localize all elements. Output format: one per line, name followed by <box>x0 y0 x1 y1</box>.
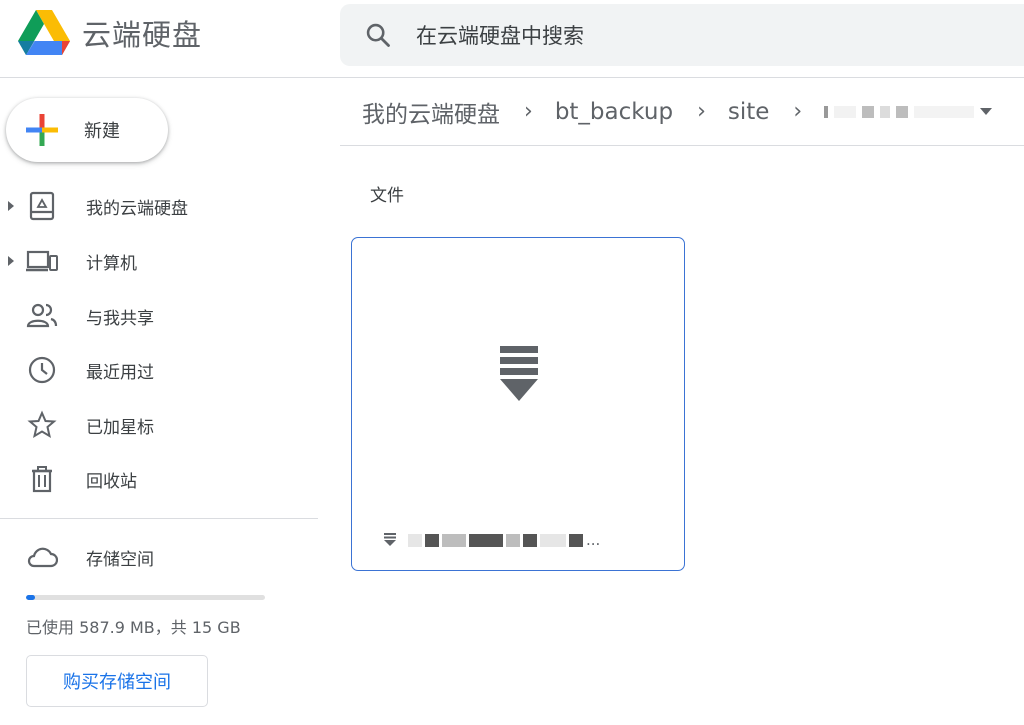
redacted-block <box>442 533 466 547</box>
search-input[interactable]: 在云端硬盘中搜索 <box>340 4 1024 66</box>
storage-progress-bar <box>26 595 265 600</box>
app-logo[interactable]: 云端硬盘 <box>18 10 202 56</box>
sidebar: 新建 我的云端硬盘 计算机 与我共享 最近用过 已加星标 回收站 存储空间 已使… <box>0 78 318 725</box>
redacted-block <box>834 105 857 118</box>
plus-icon <box>26 114 58 146</box>
redacted-block <box>896 105 909 118</box>
sidebar-item-computers[interactable]: 计算机 <box>0 239 318 283</box>
search-icon[interactable] <box>364 21 392 49</box>
expand-caret-icon[interactable] <box>6 200 16 212</box>
redacted-block <box>425 533 439 547</box>
sidebar-item-label: 已加星标 <box>86 417 154 438</box>
chevron-right-icon: › <box>697 99 706 124</box>
sidebar-item-label: 与我共享 <box>86 308 154 329</box>
sidebar-item-shared[interactable]: 与我共享 <box>0 294 318 338</box>
top-header: 云端硬盘 在云端硬盘中搜索 <box>0 0 1024 78</box>
redacted-block <box>824 105 829 118</box>
sidebar-item-label: 最近用过 <box>86 362 154 383</box>
chevron-down-icon[interactable] <box>980 107 993 116</box>
storage-usage-text: 已使用 587.9 MB，共 15 GB <box>26 618 241 637</box>
clock-icon <box>28 356 56 384</box>
new-button[interactable]: 新建 <box>6 98 168 162</box>
my-drive-icon <box>29 191 55 221</box>
breadcrumb-item-current-redacted[interactable] <box>824 105 975 118</box>
sidebar-item-label: 回收站 <box>86 471 137 492</box>
computers-icon <box>26 250 58 272</box>
chevron-right-icon: › <box>793 99 803 124</box>
sidebar-item-label: 我的云端硬盘 <box>86 198 188 219</box>
sidebar-divider <box>0 518 318 519</box>
file-name-redacted: ... <box>408 531 600 549</box>
redacted-block <box>408 533 422 547</box>
cloud-icon <box>27 547 58 568</box>
star-icon <box>27 410 57 439</box>
new-button-label: 新建 <box>84 121 120 142</box>
search-placeholder: 在云端硬盘中搜索 <box>416 24 584 48</box>
breadcrumb: 我的云端硬盘 › bt_backup › site › <box>340 78 1024 146</box>
file-card-footer: ... <box>352 520 684 560</box>
file-name-ellipsis: ... <box>586 531 601 549</box>
app-title: 云端硬盘 <box>82 18 203 52</box>
buy-storage-button[interactable]: 购买存储空间 <box>26 655 208 707</box>
storage-label: 存储空间 <box>86 549 154 570</box>
download-file-icon <box>384 533 396 546</box>
redacted-block <box>506 533 520 547</box>
drive-logo-icon <box>18 10 70 55</box>
shared-people-icon <box>26 303 58 328</box>
sidebar-item-trash[interactable]: 回收站 <box>0 457 318 501</box>
redacted-block <box>523 533 537 547</box>
trash-icon <box>32 466 52 493</box>
download-file-icon <box>500 346 538 401</box>
sidebar-item-label: 计算机 <box>86 253 137 274</box>
expand-caret-icon[interactable] <box>6 255 16 267</box>
files-section-label: 文件 <box>370 186 404 206</box>
sidebar-item-recent[interactable]: 最近用过 <box>0 348 318 392</box>
file-card[interactable]: ... <box>351 237 685 571</box>
sidebar-item-storage[interactable]: 存储空间 <box>0 535 318 579</box>
redacted-block <box>862 105 875 118</box>
sidebar-item-starred[interactable]: 已加星标 <box>0 403 318 447</box>
breadcrumb-item-bt-backup[interactable]: bt_backup <box>555 99 673 125</box>
sidebar-item-my-drive[interactable]: 我的云端硬盘 <box>0 184 318 228</box>
storage-progress-fill <box>26 595 36 600</box>
breadcrumb-item-my-drive[interactable]: 我的云端硬盘 <box>362 95 500 129</box>
redacted-block <box>914 105 975 118</box>
redacted-block <box>540 533 566 547</box>
breadcrumb-item-site[interactable]: site <box>728 99 770 125</box>
redacted-block <box>569 533 583 547</box>
redacted-block <box>880 105 891 118</box>
chevron-right-icon: › <box>524 99 533 124</box>
redacted-block <box>469 533 503 547</box>
